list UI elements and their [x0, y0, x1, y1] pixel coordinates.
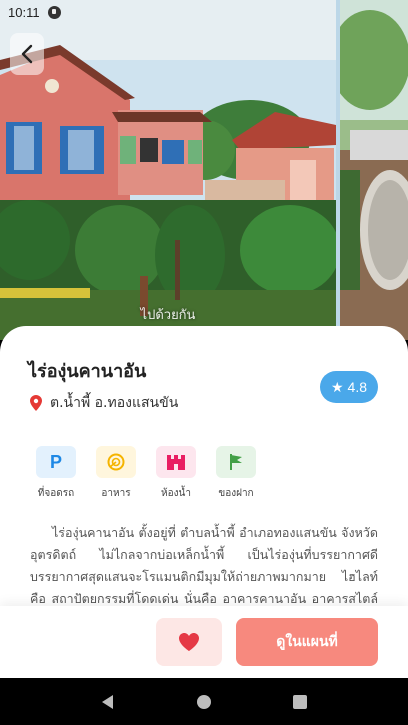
- amenity-parking[interactable]: P ที่จอดรถ: [26, 446, 86, 501]
- amenities-list: P ที่จอดรถ อาหาร ห้องน้ำ ของฝาก: [26, 446, 266, 501]
- parking-icon: P: [36, 446, 76, 478]
- place-title: ไร่องุ่นคานาอัน: [28, 361, 147, 382]
- cafe-photo: [340, 0, 408, 340]
- system-nav-bar: [0, 678, 408, 725]
- winery-photo: [0, 0, 336, 340]
- heart-icon: [179, 633, 199, 651]
- nav-back-button[interactable]: [93, 687, 123, 717]
- place-location: ต.น้ำพี้ อ.ทองแสนขัน: [30, 392, 178, 414]
- action-bar: ดูในแผนที่: [0, 606, 408, 678]
- amenity-label: อาหาร: [101, 488, 131, 499]
- rating-value: 4.8: [347, 379, 368, 395]
- nav-recents-button[interactable]: [285, 687, 315, 717]
- food-icon: [96, 446, 136, 478]
- amenity-restroom[interactable]: ห้องน้ำ: [146, 446, 206, 501]
- rating-badge: ★ 4.8: [320, 371, 378, 403]
- notification-icon: [47, 5, 61, 19]
- back-button[interactable]: [10, 33, 44, 75]
- amenity-label: ของฝาก: [218, 488, 254, 499]
- triangle-back-icon: [102, 694, 113, 709]
- favorite-button[interactable]: [156, 618, 222, 666]
- photo-credit-watermark: ไปด้วยกัน: [140, 308, 196, 323]
- star-icon: ★: [330, 378, 344, 395]
- amenity-food[interactable]: อาหาร: [86, 446, 146, 501]
- status-time: 10:11: [8, 4, 40, 20]
- nav-home-button[interactable]: [189, 687, 219, 717]
- hero-gallery[interactable]: ไปด้วยกัน: [0, 0, 408, 340]
- circle-home-icon: [197, 694, 211, 709]
- main-photo[interactable]: [0, 0, 336, 340]
- location-pin-icon: [30, 395, 42, 411]
- restroom-icon: [156, 446, 196, 478]
- souvenir-flag-icon: [216, 446, 256, 478]
- square-recents-icon: [293, 694, 307, 709]
- chevron-left-icon: [21, 44, 33, 64]
- amenity-label: ที่จอดรถ: [37, 488, 75, 499]
- view-on-map-button[interactable]: ดูในแผนที่: [236, 618, 378, 666]
- status-bar: 10:11: [0, 0, 408, 24]
- amenity-souvenir[interactable]: ของฝาก: [206, 446, 266, 501]
- side-photo[interactable]: [340, 0, 408, 340]
- location-text: ต.น้ำพี้ อ.ทองแสนขัน: [50, 395, 179, 411]
- amenity-label: ห้องน้ำ: [161, 488, 191, 499]
